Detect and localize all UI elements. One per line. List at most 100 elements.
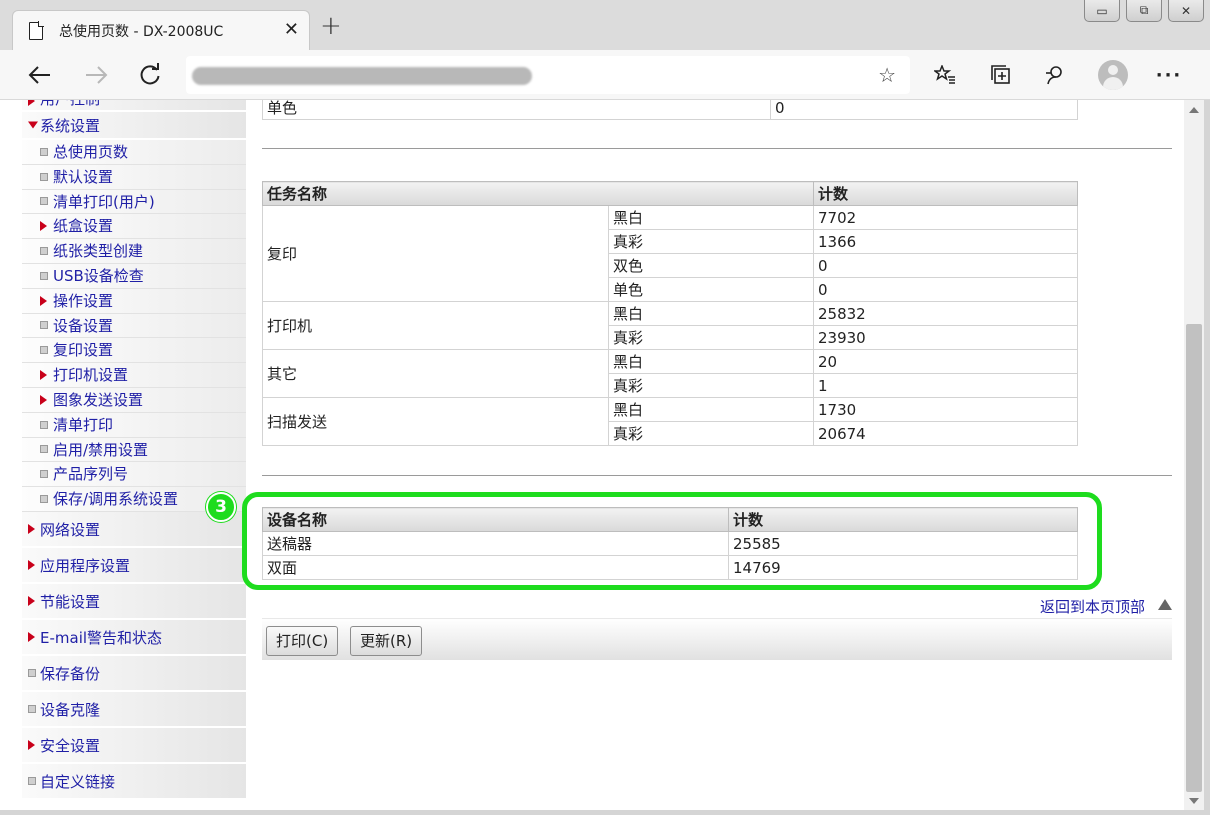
color-mode-cell: 黑白 <box>608 205 814 230</box>
sidebar-item[interactable]: 安全设置 <box>22 727 246 764</box>
annotation-step-badge: 3 <box>206 492 236 522</box>
restore-button[interactable]: ⧉ <box>1126 0 1162 22</box>
color-mode-cell: 真彩 <box>608 229 814 254</box>
sidebar-item-label: 图象发送设置 <box>53 390 144 409</box>
close-tab-icon[interactable]: ✕ <box>284 19 299 40</box>
refresh-button[interactable] <box>134 60 166 90</box>
page-content: 用户控制 系统设置 总使用页数默认设置清单打印(用户) 纸盒设置纸张类型创建 USB… <box>0 100 1184 810</box>
device-count: 14769 <box>728 555 1078 580</box>
sidebar-subitem[interactable]: USB设备检查 <box>22 263 246 289</box>
job-name-cell: 复印 <box>262 205 609 302</box>
color-mode-cell: 黑白 <box>608 349 814 374</box>
table-cell: 单色 <box>262 100 771 120</box>
sidebar-item-user-control[interactable]: 用户控制 <box>22 100 246 112</box>
favorite-star-icon[interactable]: ☆ <box>878 63 896 87</box>
sidebar-item[interactable]: 节能设置 <box>22 583 246 620</box>
vertical-scrollbar[interactable] <box>1184 100 1204 810</box>
job-name-cell: 其它 <box>262 349 609 398</box>
feedback-icon[interactable] <box>1040 62 1070 88</box>
favorites-list-icon[interactable] <box>930 62 960 88</box>
header-job-name: 任务名称 <box>262 181 814 206</box>
collections-icon[interactable] <box>986 62 1016 88</box>
sidebar-item[interactable]: 设备克隆 <box>22 691 246 728</box>
forward-button[interactable] <box>80 60 112 90</box>
sidebar-item[interactable]: E-mail警告和状态 <box>22 619 246 656</box>
bullet-square-icon <box>28 704 36 713</box>
address-bar[interactable]: html ☆ <box>186 56 910 94</box>
sidebar-item-label: 纸张类型创建 <box>53 242 144 261</box>
table-cell: 0 <box>770 100 1078 120</box>
job-count-table: 任务名称 计数 复印 黑白 7702 真彩 1366 双色 0 单色 0 打印机 黑白 25832 真彩… <box>262 181 1078 446</box>
device-name: 送稿器 <box>262 531 729 556</box>
sidebar-item-label: USB设备检查 <box>53 266 144 285</box>
more-icon[interactable]: ··· <box>1154 62 1184 88</box>
scroll-up-icon[interactable] <box>1189 107 1199 113</box>
collapse-arrow-icon <box>28 121 38 129</box>
count-cell: 7702 <box>813 205 1078 230</box>
expand-arrow-icon <box>28 739 35 750</box>
close-window-button[interactable]: ✕ <box>1168 0 1204 22</box>
bullet-square-icon <box>40 247 48 256</box>
sidebar-subitem[interactable]: 清单打印 <box>22 412 246 438</box>
sidebar-subitem[interactable]: 清单打印(用户) <box>22 189 246 215</box>
new-tab-icon[interactable]: + <box>320 13 342 39</box>
expand-arrow-icon <box>40 394 47 405</box>
sidebar-subitem[interactable]: 产品序列号 <box>22 462 246 488</box>
sidebar-subitem[interactable]: 启用/禁用设置 <box>22 437 246 463</box>
sidebar-sub-list: 总使用页数 默认设置清单打印(用户) 纸盒设置纸张类型创建 USB设备检查 操作设置设备… <box>22 140 246 512</box>
sidebar-item[interactable]: 自定义链接 <box>22 763 246 800</box>
back-button[interactable] <box>24 60 56 90</box>
sidebar-subitem[interactable]: 打印机设置 <box>22 363 246 388</box>
job-name-cell: 打印机 <box>262 301 609 350</box>
back-to-top-link[interactable]: 返回到本页顶部 <box>1040 596 1145 617</box>
sidebar-item-label: 启用/禁用设置 <box>53 440 149 459</box>
count-cell: 0 <box>813 253 1078 278</box>
scrollbar-thumb[interactable] <box>1186 324 1202 792</box>
sidebar-item-label: 应用程序设置 <box>40 556 131 575</box>
bullet-square-icon <box>40 147 48 156</box>
forward-icon <box>86 66 108 84</box>
redacted-url <box>192 67 532 85</box>
color-mode-cell: 双色 <box>608 253 814 278</box>
sidebar-item-label: E-mail警告和状态 <box>40 628 163 647</box>
sidebar-subitem[interactable]: 总使用页数 <box>22 140 246 165</box>
print-button[interactable]: 打印(C) <box>266 626 339 656</box>
sidebar-item[interactable]: 应用程序设置 <box>22 547 246 584</box>
expand-arrow-icon <box>28 523 35 534</box>
bullet-square-icon <box>40 197 48 206</box>
sidebar-item-label: 清单打印(用户) <box>53 192 155 211</box>
browser-tab[interactable]: 总使用页数 - DX-2008UC ✕ <box>12 10 310 50</box>
sidebar-item-label: 用户控制 <box>40 100 100 108</box>
sidebar-item-system-settings[interactable]: 系统设置 <box>22 112 246 140</box>
sidebar-subitem[interactable]: 设备设置 <box>22 313 246 339</box>
sidebar-subitem[interactable]: 纸张类型创建 <box>22 239 246 264</box>
header-count: 计数 <box>728 507 1078 532</box>
bullet-square-icon <box>40 445 48 454</box>
expand-arrow-icon <box>28 595 35 606</box>
refresh-page-button[interactable]: 更新(R) <box>350 626 423 656</box>
sidebar-item-label: 操作设置 <box>53 291 114 310</box>
count-cell: 23930 <box>813 325 1078 350</box>
sidebar-subitem[interactable]: 复印设置 <box>22 338 246 364</box>
up-arrow-icon[interactable] <box>1158 599 1172 610</box>
minimize-button[interactable]: ▭ <box>1084 0 1120 22</box>
sidebar-subitem[interactable]: 默认设置 <box>22 164 246 190</box>
count-cell: 20674 <box>813 421 1078 446</box>
browser-titlebar: 总使用页数 - DX-2008UC ✕ + ▭ ⧉ ✕ <box>0 0 1210 50</box>
sidebar-item-label: 网络设置 <box>40 520 101 539</box>
profile-icon[interactable] <box>1098 60 1128 90</box>
table-row: 其它 黑白 20 <box>262 349 1078 398</box>
sidebar-item-label: 清单打印 <box>53 415 114 434</box>
sidebar-subitem[interactable]: 图象发送设置 <box>22 387 246 413</box>
sidebar-item[interactable]: 保存备份 <box>22 655 246 692</box>
page-icon <box>29 21 44 40</box>
tab-title: 总使用页数 - DX-2008UC <box>59 24 224 40</box>
color-mode-cell: 单色 <box>608 277 814 302</box>
sidebar-subitem[interactable]: 纸盒设置 <box>22 214 246 240</box>
color-mode-cell: 真彩 <box>608 373 814 398</box>
sidebar-top-list: 网络设置应用程序设置节能设置 E-mail警告和状态保存备份 设备克隆 安全设置 自定义… <box>22 511 246 800</box>
sidebar-subitem[interactable]: 操作设置 <box>22 288 246 314</box>
expand-arrow-icon <box>40 221 47 232</box>
button-bar: 打印(C) 更新(R) <box>262 618 1172 660</box>
scroll-down-icon[interactable] <box>1189 798 1199 804</box>
